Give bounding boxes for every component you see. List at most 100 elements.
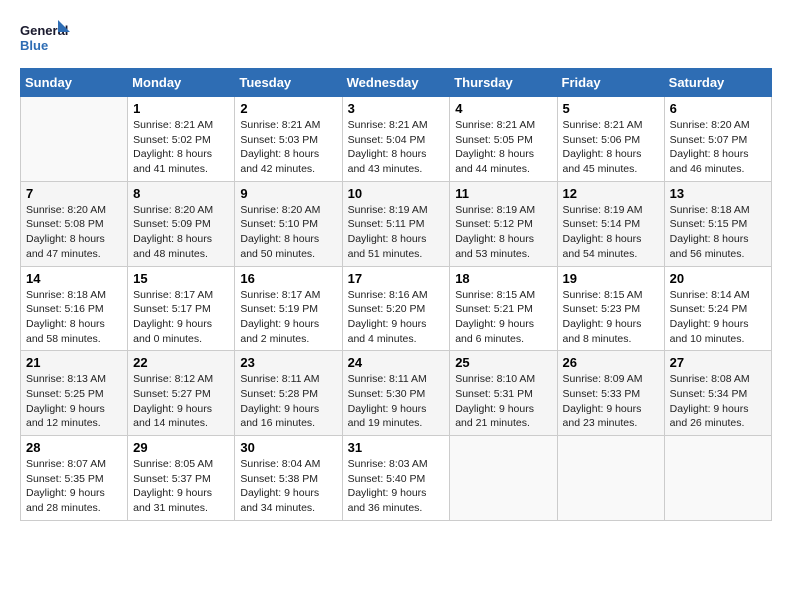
day-cell: 17 Sunrise: 8:16 AMSunset: 5:20 PMDayligh… <box>342 266 450 351</box>
day-number: 3 <box>348 101 445 116</box>
day-number: 16 <box>240 271 336 286</box>
day-number: 21 <box>26 355 122 370</box>
day-cell <box>557 436 664 521</box>
day-number: 29 <box>133 440 229 455</box>
day-number: 22 <box>133 355 229 370</box>
day-number: 11 <box>455 186 551 201</box>
day-info: Sunrise: 8:20 AMSunset: 5:10 PMDaylight:… <box>240 203 336 262</box>
day-cell: 18 Sunrise: 8:15 AMSunset: 5:21 PMDayligh… <box>450 266 557 351</box>
column-header-saturday: Saturday <box>664 69 771 97</box>
day-number: 1 <box>133 101 229 116</box>
day-info: Sunrise: 8:19 AMSunset: 5:11 PMDaylight:… <box>348 203 445 262</box>
calendar-table: SundayMondayTuesdayWednesdayThursdayFrid… <box>20 68 772 521</box>
day-number: 27 <box>670 355 766 370</box>
page-header: General Blue <box>20 20 772 60</box>
day-cell: 23 Sunrise: 8:11 AMSunset: 5:28 PMDayligh… <box>235 351 342 436</box>
day-info: Sunrise: 8:21 AMSunset: 5:03 PMDaylight:… <box>240 118 336 177</box>
day-info: Sunrise: 8:18 AMSunset: 5:15 PMDaylight:… <box>670 203 766 262</box>
day-cell: 6Sunrise: 8:20 AMSunset: 5:07 PMDaylight… <box>664 97 771 182</box>
day-info: Sunrise: 8:17 AMSunset: 5:17 PMDaylight:… <box>133 288 229 347</box>
column-header-sunday: Sunday <box>21 69 128 97</box>
day-number: 24 <box>348 355 445 370</box>
day-info: Sunrise: 8:04 AMSunset: 5:38 PMDaylight:… <box>240 457 336 516</box>
day-info: Sunrise: 8:19 AMSunset: 5:14 PMDaylight:… <box>563 203 659 262</box>
day-cell: 29 Sunrise: 8:05 AMSunset: 5:37 PMDayligh… <box>128 436 235 521</box>
week-row-2: 7Sunrise: 8:20 AMSunset: 5:08 PMDaylight… <box>21 181 772 266</box>
calendar-header: SundayMondayTuesdayWednesdayThursdayFrid… <box>21 69 772 97</box>
day-cell: 27Sunrise: 8:08 AMSunset: 5:34 PMDayligh… <box>664 351 771 436</box>
day-number: 20 <box>670 271 766 286</box>
day-cell: 4 Sunrise: 8:21 AMSunset: 5:05 PMDaylight… <box>450 97 557 182</box>
day-info: Sunrise: 8:19 AMSunset: 5:12 PMDaylight:… <box>455 203 551 262</box>
day-cell <box>21 97 128 182</box>
day-number: 9 <box>240 186 336 201</box>
day-info: Sunrise: 8:09 AMSunset: 5:33 PMDaylight:… <box>563 372 659 431</box>
day-info: Sunrise: 8:17 AMSunset: 5:19 PMDaylight:… <box>240 288 336 347</box>
svg-text:Blue: Blue <box>20 38 48 53</box>
day-cell: 9 Sunrise: 8:20 AMSunset: 5:10 PMDaylight… <box>235 181 342 266</box>
day-cell: 15 Sunrise: 8:17 AMSunset: 5:17 PMDayligh… <box>128 266 235 351</box>
column-header-monday: Monday <box>128 69 235 97</box>
column-header-tuesday: Tuesday <box>235 69 342 97</box>
day-cell: 28Sunrise: 8:07 AMSunset: 5:35 PMDayligh… <box>21 436 128 521</box>
week-row-4: 21 Sunrise: 8:13 AMSunset: 5:25 PMDayligh… <box>21 351 772 436</box>
day-number: 19 <box>563 271 659 286</box>
day-info: Sunrise: 8:12 AMSunset: 5:27 PMDaylight:… <box>133 372 229 431</box>
day-number: 4 <box>455 101 551 116</box>
day-number: 31 <box>348 440 445 455</box>
day-info: Sunrise: 8:13 AMSunset: 5:25 PMDaylight:… <box>26 372 122 431</box>
day-cell: 26 Sunrise: 8:09 AMSunset: 5:33 PMDayligh… <box>557 351 664 436</box>
header-row: SundayMondayTuesdayWednesdayThursdayFrid… <box>21 69 772 97</box>
day-number: 8 <box>133 186 229 201</box>
column-header-thursday: Thursday <box>450 69 557 97</box>
day-number: 10 <box>348 186 445 201</box>
day-info: Sunrise: 8:11 AMSunset: 5:30 PMDaylight:… <box>348 372 445 431</box>
day-cell: 8Sunrise: 8:20 AMSunset: 5:09 PMDaylight… <box>128 181 235 266</box>
day-cell: 5Sunrise: 8:21 AMSunset: 5:06 PMDaylight… <box>557 97 664 182</box>
day-cell: 1 Sunrise: 8:21 AMSunset: 5:02 PMDaylight… <box>128 97 235 182</box>
day-number: 23 <box>240 355 336 370</box>
day-cell: 11 Sunrise: 8:19 AMSunset: 5:12 PMDayligh… <box>450 181 557 266</box>
day-cell: 19 Sunrise: 8:15 AMSunset: 5:23 PMDayligh… <box>557 266 664 351</box>
day-number: 18 <box>455 271 551 286</box>
day-cell: 10 Sunrise: 8:19 AMSunset: 5:11 PMDayligh… <box>342 181 450 266</box>
day-cell: 22 Sunrise: 8:12 AMSunset: 5:27 PMDayligh… <box>128 351 235 436</box>
day-info: Sunrise: 8:21 AMSunset: 5:02 PMDaylight:… <box>133 118 229 177</box>
day-info: Sunrise: 8:11 AMSunset: 5:28 PMDaylight:… <box>240 372 336 431</box>
day-cell: 13 Sunrise: 8:18 AMSunset: 5:15 PMDayligh… <box>664 181 771 266</box>
day-cell: 2 Sunrise: 8:21 AMSunset: 5:03 PMDaylight… <box>235 97 342 182</box>
day-number: 26 <box>563 355 659 370</box>
calendar-body: 1 Sunrise: 8:21 AMSunset: 5:02 PMDaylight… <box>21 97 772 521</box>
day-cell: 7Sunrise: 8:20 AMSunset: 5:08 PMDaylight… <box>21 181 128 266</box>
day-info: Sunrise: 8:07 AMSunset: 5:35 PMDaylight:… <box>26 457 122 516</box>
day-info: Sunrise: 8:21 AMSunset: 5:05 PMDaylight:… <box>455 118 551 177</box>
day-number: 2 <box>240 101 336 116</box>
day-cell: 31Sunrise: 8:03 AMSunset: 5:40 PMDayligh… <box>342 436 450 521</box>
day-number: 25 <box>455 355 551 370</box>
day-cell: 21 Sunrise: 8:13 AMSunset: 5:25 PMDayligh… <box>21 351 128 436</box>
day-cell: 20Sunrise: 8:14 AMSunset: 5:24 PMDayligh… <box>664 266 771 351</box>
week-row-3: 14Sunrise: 8:18 AMSunset: 5:16 PMDayligh… <box>21 266 772 351</box>
day-number: 15 <box>133 271 229 286</box>
day-number: 30 <box>240 440 336 455</box>
day-number: 5 <box>563 101 659 116</box>
day-info: Sunrise: 8:20 AMSunset: 5:07 PMDaylight:… <box>670 118 766 177</box>
day-number: 12 <box>563 186 659 201</box>
day-info: Sunrise: 8:16 AMSunset: 5:20 PMDaylight:… <box>348 288 445 347</box>
day-cell <box>664 436 771 521</box>
day-info: Sunrise: 8:15 AMSunset: 5:21 PMDaylight:… <box>455 288 551 347</box>
day-number: 14 <box>26 271 122 286</box>
day-info: Sunrise: 8:15 AMSunset: 5:23 PMDaylight:… <box>563 288 659 347</box>
column-header-wednesday: Wednesday <box>342 69 450 97</box>
week-row-1: 1 Sunrise: 8:21 AMSunset: 5:02 PMDaylight… <box>21 97 772 182</box>
day-cell: 30 Sunrise: 8:04 AMSunset: 5:38 PMDayligh… <box>235 436 342 521</box>
day-number: 13 <box>670 186 766 201</box>
day-cell: 24 Sunrise: 8:11 AMSunset: 5:30 PMDayligh… <box>342 351 450 436</box>
day-cell: 14Sunrise: 8:18 AMSunset: 5:16 PMDayligh… <box>21 266 128 351</box>
day-info: Sunrise: 8:20 AMSunset: 5:08 PMDaylight:… <box>26 203 122 262</box>
day-info: Sunrise: 8:05 AMSunset: 5:37 PMDaylight:… <box>133 457 229 516</box>
day-number: 17 <box>348 271 445 286</box>
column-header-friday: Friday <box>557 69 664 97</box>
logo-svg: General Blue <box>20 20 70 60</box>
day-cell: 25Sunrise: 8:10 AMSunset: 5:31 PMDayligh… <box>450 351 557 436</box>
